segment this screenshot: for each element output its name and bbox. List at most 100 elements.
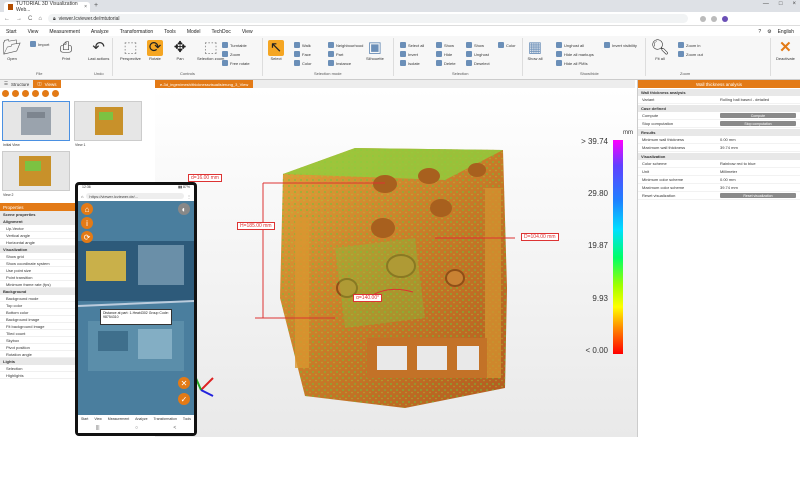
delete-button[interactable]: Delete [436, 60, 456, 66]
panel-row-value[interactable]: Rolling ball based - detailed [720, 97, 800, 102]
avatar[interactable] [721, 15, 728, 22]
tab-structure[interactable]: ☰ Structure [0, 80, 34, 88]
unghost-button[interactable]: Unghost [466, 51, 489, 57]
phone-nav-item[interactable]: View [94, 417, 102, 421]
select-walk[interactable]: Walk [294, 42, 311, 48]
invert-visibility-button[interactable]: Invert visibility [604, 42, 637, 48]
unghost-all-button[interactable]: Unghost all [556, 42, 584, 48]
measurement-label-d2[interactable]: D=104.00 mm [521, 233, 559, 241]
show-button[interactable]: Show [436, 42, 454, 48]
menu-item-transformation[interactable]: Transformation [120, 29, 153, 35]
property-row[interactable]: Fit background image [0, 323, 78, 330]
address-bar[interactable]: 🔒︎ viewer.lcviewer.de/mtutorial [47, 14, 688, 23]
property-row[interactable]: Rotation angle [0, 351, 78, 358]
menu-item-start[interactable]: Start [6, 29, 17, 35]
property-row[interactable]: Use point size [0, 267, 78, 274]
select-button[interactable]: ↖ Select [268, 40, 284, 61]
back-icon[interactable]: < [173, 425, 176, 431]
import-button[interactable]: Import [30, 41, 49, 47]
phone-menu-icon[interactable]: ⋮ [187, 194, 191, 199]
show-button-2[interactable]: Show [466, 42, 484, 48]
free-rotate-option[interactable]: Free rotate [222, 60, 250, 66]
deactivate-button[interactable]: ✕ Deactivate [776, 40, 795, 62]
phone-nav-item[interactable]: Measurement [108, 417, 129, 421]
property-category[interactable]: Lights [0, 358, 78, 365]
play-icon[interactable] [52, 89, 59, 97]
panel-row-value[interactable]: Rainbow red to blue [720, 161, 800, 166]
property-row[interactable]: Bottom color [0, 309, 78, 316]
reload-button[interactable]: C [28, 16, 32, 22]
property-row[interactable]: Show grid [0, 253, 78, 260]
view-thumbnail[interactable] [2, 101, 70, 141]
select-instance[interactable]: Instance [328, 60, 351, 66]
invert-button[interactable]: Invert [400, 51, 418, 57]
close-window-button[interactable]: × [792, 1, 796, 7]
menu-item-view[interactable]: View [28, 29, 39, 35]
property-row[interactable]: Pivot position [0, 344, 78, 351]
select-all-button[interactable]: Select all [400, 42, 424, 48]
help-icon[interactable]: ? [758, 29, 761, 35]
property-row[interactable]: Background image [0, 316, 78, 323]
viewport-tab[interactable]: e-3d_ingen/mesh/thicknessvisualisierung_… [155, 80, 254, 88]
pan-button[interactable]: ✥ Pan [172, 40, 188, 62]
selection-zoom-button[interactable]: ⬚ Selection zoom [197, 40, 224, 62]
hide-button[interactable]: Hide [436, 51, 452, 57]
phone-nav-item[interactable]: Transformation [154, 417, 177, 421]
phone-nav-item[interactable]: Analyze [135, 417, 147, 421]
panel-row-value[interactable]: 0.00 mm [720, 177, 800, 182]
deselect-button[interactable]: Deselect [466, 60, 490, 66]
last-actions-button[interactable]: ↶ Last actions [88, 40, 109, 62]
property-row[interactable]: Show coordinate system [0, 260, 78, 267]
settings-icon[interactable]: ⚙ [767, 29, 771, 35]
measurement-label-d1[interactable]: d=16.00 mm [188, 174, 222, 182]
select-neighbourhood[interactable]: Neighbourhood [328, 42, 363, 48]
browser-tab[interactable]: TUTORIAL 3D Visualization Web... × [4, 1, 90, 13]
view-thumbnail[interactable] [74, 101, 142, 141]
turntable-option[interactable]: Turntable [222, 42, 247, 48]
open-button[interactable]: 📂︎ Open [2, 40, 21, 62]
measurement-label-h1[interactable]: H=185.00 mm [237, 222, 275, 230]
property-category[interactable]: Background [0, 288, 78, 295]
forward-button[interactable]: → [16, 16, 22, 22]
phone-fab-home[interactable]: ⌂ [81, 203, 93, 215]
phone-nav-item[interactable]: Tools [183, 417, 191, 421]
phone-close-button[interactable]: ✕ [178, 377, 190, 389]
recents-icon[interactable]: ||| [96, 425, 100, 431]
extension-icon[interactable] [699, 15, 706, 22]
phone-home-icon[interactable]: ⌂ [81, 194, 83, 199]
move-down-icon[interactable] [42, 89, 49, 97]
phone-fab-refresh[interactable]: ⟳ [81, 231, 93, 243]
silhouette-button[interactable]: ▣ Silhouette [366, 40, 384, 62]
color-button[interactable]: Color [498, 42, 516, 48]
hide-all-pmis-button[interactable]: Hide all PMIs [556, 60, 588, 66]
property-row[interactable]: Skybox [0, 337, 78, 344]
phone-nav-item[interactable]: Start [81, 417, 88, 421]
property-row[interactable]: Selection [0, 365, 78, 372]
language-select[interactable]: English [778, 29, 794, 35]
panel-row-value[interactable]: 0.00 mm [720, 137, 800, 142]
panel-section-header[interactable]: Case defined [638, 105, 800, 112]
isolate-button[interactable]: Isolate [400, 60, 420, 66]
menu-item-tools[interactable]: Tools [164, 29, 176, 35]
hide-all-markups-button[interactable]: Hide all markups [556, 51, 594, 57]
property-row[interactable]: Background mode [0, 295, 78, 302]
property-row[interactable]: Highlights [0, 372, 78, 379]
measurement-label-angle[interactable]: α=140.00° [353, 294, 383, 302]
property-category[interactable]: Visualization [0, 246, 78, 253]
property-row[interactable]: Point transition [0, 274, 78, 281]
menu-item-measurement[interactable]: Measurement [49, 29, 80, 35]
panel-action-button[interactable]: Reset visualization [720, 193, 796, 198]
phone-fab-info[interactable]: i [81, 217, 93, 229]
tab-views[interactable]: ◫ Views [33, 80, 61, 88]
print-button[interactable]: ⎙ Print [58, 40, 74, 62]
select-color[interactable]: Color [294, 60, 312, 66]
panel-section-header[interactable]: Results [638, 129, 800, 136]
property-row[interactable]: Vertical angle [0, 232, 78, 239]
menu-item-model[interactable]: Model [187, 29, 201, 35]
close-tab-icon[interactable]: × [84, 4, 87, 10]
zoom-in-button[interactable]: Zoom in [678, 42, 700, 48]
panel-action-button[interactable]: Compute [720, 113, 796, 118]
view-thumbnail[interactable] [2, 151, 70, 191]
zoom-option[interactable]: Zoom [222, 51, 240, 57]
property-row[interactable]: Horizontal angle [0, 239, 78, 246]
